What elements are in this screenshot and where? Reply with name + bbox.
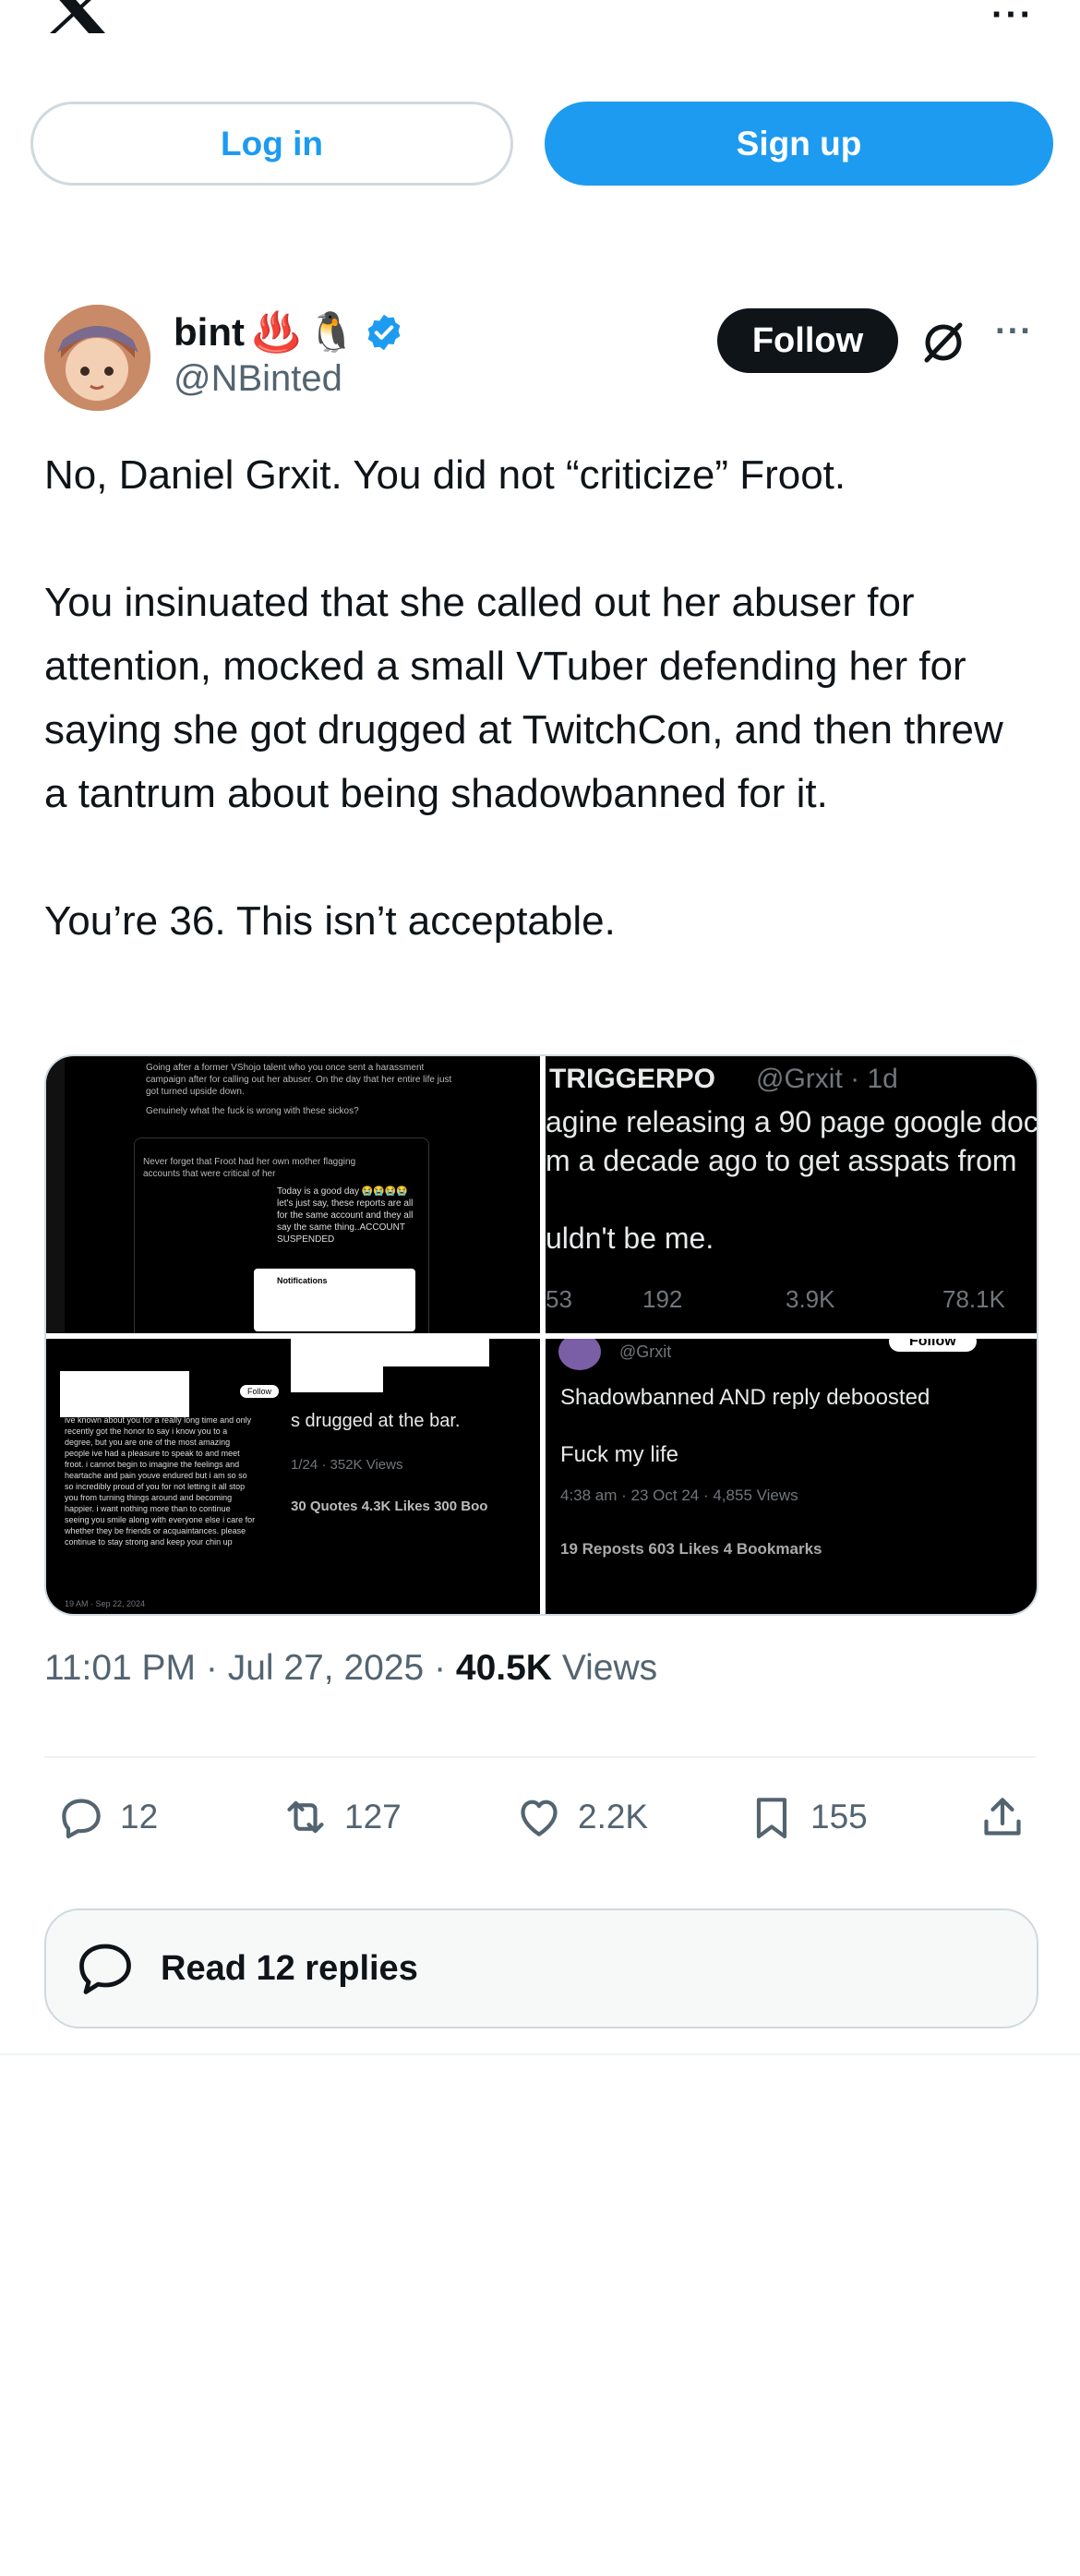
media-image-3[interactable]: Follow ive known about you for a really … bbox=[46, 1339, 540, 1614]
top-bar: ··· bbox=[0, 0, 1080, 37]
reply-icon bbox=[62, 1799, 101, 1839]
tweet-date[interactable]: Jul 27, 2025 bbox=[228, 1648, 425, 1688]
like-count: 2.2K bbox=[578, 1798, 649, 1836]
share-button[interactable] bbox=[977, 1791, 1028, 1843]
bottom-divider bbox=[0, 2053, 1080, 2055]
auth-buttons: Log in Sign up bbox=[30, 102, 1053, 186]
media-image-1[interactable]: Going after a former VShojo talent who y… bbox=[46, 1056, 540, 1333]
views-count: 40.5K bbox=[455, 1648, 552, 1688]
repost-count: 127 bbox=[344, 1798, 402, 1836]
bookmark-button[interactable]: 155 bbox=[746, 1791, 868, 1843]
tweet-paragraph: You’re 36. This isn’t acceptable. bbox=[44, 898, 616, 944]
follow-button[interactable]: Follow bbox=[717, 308, 898, 373]
media-grid: Going after a former VShojo talent who y… bbox=[44, 1054, 1038, 1616]
like-button[interactable]: 2.2K bbox=[513, 1791, 648, 1843]
tweet-paragraph: No, Daniel Grxit. You did not “criticize… bbox=[44, 452, 846, 498]
divider bbox=[44, 1756, 1037, 1758]
views-label: Views bbox=[561, 1648, 658, 1688]
repost-icon bbox=[287, 1800, 324, 1834]
read-replies-label: Read 12 replies bbox=[161, 1948, 418, 1988]
avatar[interactable] bbox=[44, 305, 150, 411]
hot-springs-emoji: ♨️ bbox=[251, 310, 301, 354]
login-button[interactable]: Log in bbox=[30, 102, 513, 186]
author-handle[interactable]: @NBinted bbox=[174, 358, 404, 400]
heart-icon bbox=[521, 1800, 558, 1836]
read-replies-button[interactable]: Read 12 replies bbox=[44, 1908, 1038, 2028]
repost-button[interactable]: 127 bbox=[280, 1791, 402, 1843]
bookmark-count: 155 bbox=[810, 1798, 868, 1836]
x-logo-icon[interactable] bbox=[44, 0, 109, 33]
penguin-emoji: 🐧 bbox=[307, 310, 356, 354]
display-name[interactable]: bint bbox=[174, 310, 245, 355]
tweet-text: No, Daniel Grxit. You did not “criticize… bbox=[44, 443, 1037, 953]
reply-count: 12 bbox=[120, 1798, 159, 1836]
share-icon bbox=[984, 1798, 1021, 1836]
signup-button[interactable]: Sign up bbox=[545, 102, 1053, 186]
media-image-2[interactable]: TRIGGERPO @Grxit · 1d agine releasing a … bbox=[546, 1056, 1037, 1333]
bookmark-icon bbox=[756, 1798, 787, 1839]
grok-icon[interactable] bbox=[919, 318, 967, 366]
tweet-more-icon[interactable]: ··· bbox=[995, 312, 1033, 352]
reply-button[interactable]: 12 bbox=[55, 1791, 158, 1843]
tweet-paragraph: You insinuated that she called out her a… bbox=[44, 580, 1003, 816]
verified-badge-icon bbox=[367, 314, 400, 351]
more-options-icon[interactable]: ··· bbox=[991, 0, 1034, 36]
tweet-time[interactable]: 11:01 PM bbox=[44, 1648, 196, 1688]
action-bar: 12 127 2.2K 155 bbox=[44, 1791, 1037, 1856]
media-image-4[interactable]: @Grxit Follow Shadowbanned AND reply deb… bbox=[546, 1339, 1037, 1614]
speech-bubble-icon bbox=[79, 1944, 131, 1994]
author-info: bint ♨️ 🐧 @NBinted bbox=[174, 305, 404, 400]
tweet-meta: 11:01 PM · Jul 27, 2025 · 40.5K Views bbox=[44, 1648, 658, 1688]
